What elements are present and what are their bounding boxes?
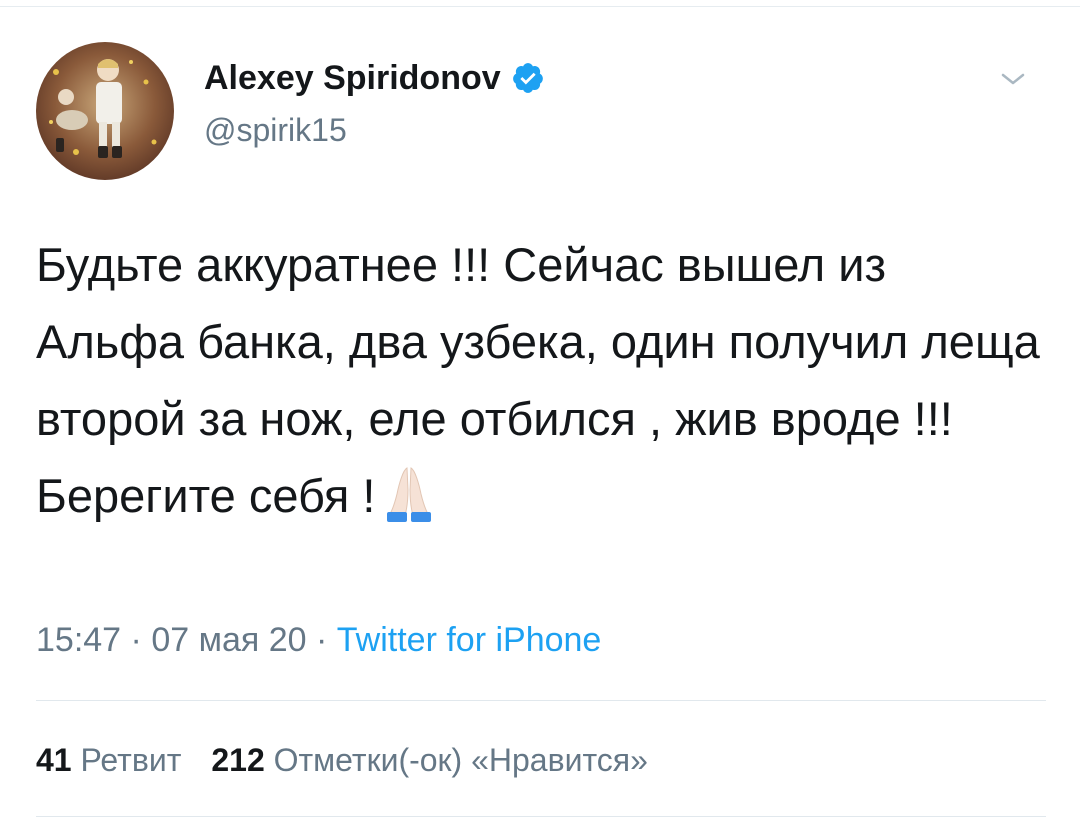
top-divider xyxy=(0,6,1080,7)
author-name[interactable]: Alexey Spiridonov xyxy=(204,56,501,100)
tweet-meta: 15:47 · 07 мая 20 · Twitter for iPhone xyxy=(36,614,601,666)
likes-label: Отметки(-ок) «Нравится» xyxy=(273,742,648,778)
tweet-date: 07 мая 20 xyxy=(151,621,307,659)
tweet-source-link[interactable]: Twitter for iPhone xyxy=(337,621,602,659)
meta-separator: · xyxy=(306,621,337,659)
author-name-row: Alexey Spiridonov xyxy=(204,56,545,100)
author-block: Alexey Spiridonov @spirik15 xyxy=(204,56,545,152)
tweet-text: Будьте аккуратнее !!! Сейчас вышел из Ал… xyxy=(36,226,1046,534)
tweet-header: Alexey Spiridonov @spirik15 xyxy=(36,42,1046,182)
verified-badge-icon xyxy=(511,61,545,95)
folded-hands-icon xyxy=(377,460,441,524)
meta-separator: · xyxy=(121,621,152,659)
stats-bottom-divider xyxy=(36,816,1046,817)
retweets-count: 41 xyxy=(36,742,72,778)
retweets-stat[interactable]: 41 Ретвит xyxy=(36,742,181,778)
likes-stat[interactable]: 212 Отметки(-ок) «Нравится» xyxy=(211,742,648,778)
author-handle[interactable]: @spirik15 xyxy=(204,108,545,152)
avatar[interactable] xyxy=(36,42,174,180)
tweet-time: 15:47 xyxy=(36,621,122,659)
retweets-label: Ретвит xyxy=(80,742,182,778)
stats-top-divider xyxy=(36,700,1046,701)
avatar-photo xyxy=(36,42,174,180)
chevron-down-icon[interactable] xyxy=(998,64,1028,94)
tweet-body: Будьте аккуратнее !!! Сейчас вышел из Ал… xyxy=(36,238,1053,522)
tweet-stats: 41 Ретвит 212 Отметки(-ок) «Нравится» xyxy=(36,734,648,786)
likes-count: 212 xyxy=(211,742,265,778)
